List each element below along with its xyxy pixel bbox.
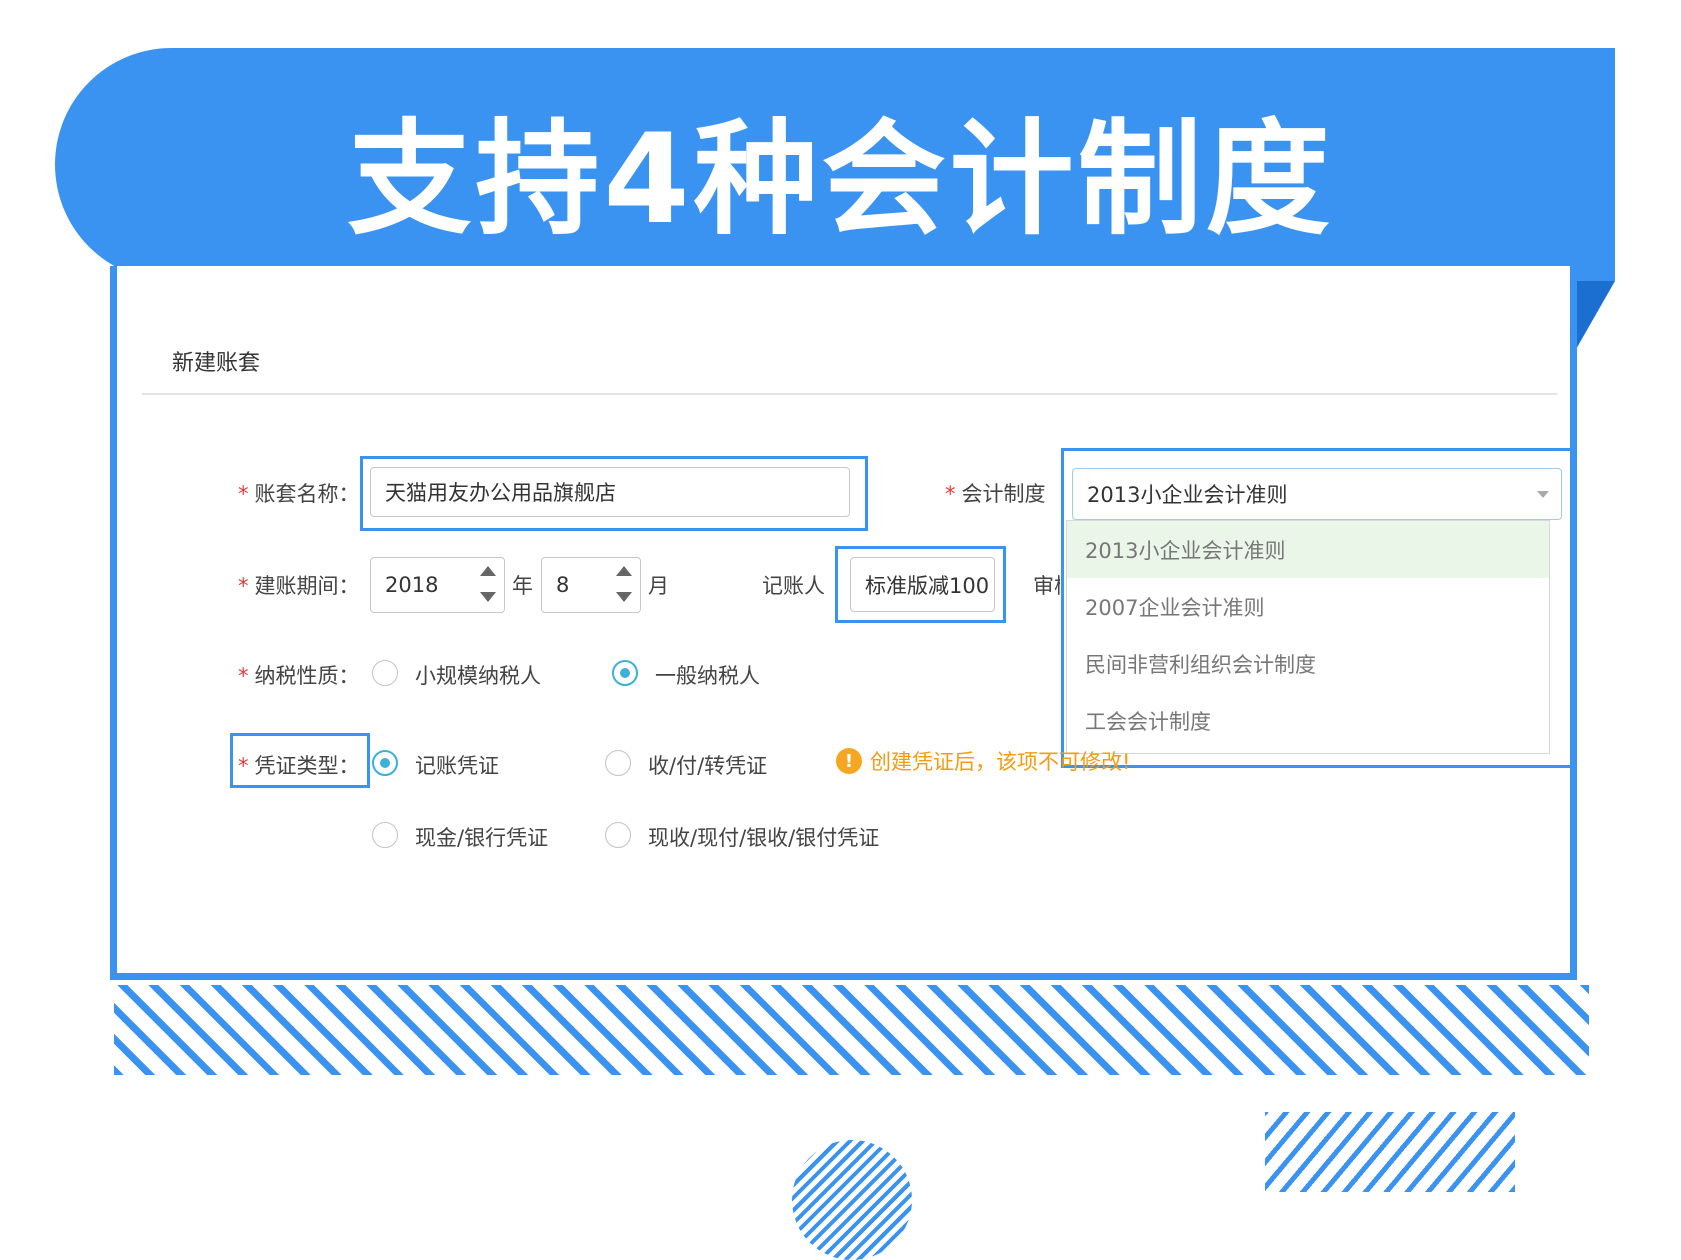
corner-stripe-decoration <box>1265 1112 1515 1192</box>
stripe-decoration <box>114 985 1589 1075</box>
required-mark: * <box>238 664 249 688</box>
stepper-arrows-icon[interactable] <box>616 566 632 604</box>
voucher-radio-cash-bank[interactable] <box>372 822 398 848</box>
month-unit: 月 <box>648 574 669 598</box>
tax-type-option-label: 一般纳税人 <box>655 664 760 688</box>
banner-fold-decoration <box>1575 281 1615 351</box>
highlight-bookkeeper <box>835 546 1006 623</box>
voucher-radio-journal[interactable] <box>372 750 398 776</box>
voucher-warning: ! 创建凭证后，该项不可修改! <box>836 746 1130 776</box>
circle-stripe-decoration <box>792 1140 912 1260</box>
form-divider <box>142 393 1557 395</box>
required-mark: * <box>945 482 956 506</box>
month-stepper[interactable]: 8 <box>541 557 641 613</box>
period-label-text: 建账期间： <box>254 574 360 598</box>
accounting-system-label: * 会计制度 <box>945 478 1046 508</box>
required-mark: * <box>238 482 249 506</box>
bookkeeper-label: 记账人 <box>762 574 825 598</box>
stepper-arrows-icon[interactable] <box>480 566 496 604</box>
voucher-radio-detailed[interactable] <box>605 822 631 848</box>
required-mark: * <box>238 574 249 598</box>
voucher-option-label: 收/付/转凭证 <box>648 754 768 778</box>
tax-type-label: * 纳税性质： <box>238 660 360 690</box>
year-unit: 年 <box>512 574 533 598</box>
auditor-label: 审核 <box>1033 574 1060 598</box>
voucher-option-label: 现收/现付/银收/银付凭证 <box>648 826 880 850</box>
form-title: 新建账套 <box>172 351 261 376</box>
tax-type-radio-small[interactable] <box>372 660 398 686</box>
voucher-option-label: 现金/银行凭证 <box>415 826 549 850</box>
highlight-voucher-type <box>230 733 370 788</box>
warning-text: 创建凭证后，该项不可修改! <box>870 750 1131 774</box>
info-icon: ! <box>836 748 862 774</box>
account-name-label-text: 账套名称： <box>254 482 360 506</box>
year-value: 2018 <box>385 573 439 597</box>
voucher-radio-receipt-payment[interactable] <box>605 750 631 776</box>
highlight-accounting-system <box>1061 448 1575 768</box>
month-value: 8 <box>556 573 570 597</box>
banner-title: 支持4种会计制度 <box>347 108 1334 252</box>
tax-type-option-label: 小规模纳税人 <box>415 664 541 688</box>
period-label: * 建账期间： <box>238 570 360 600</box>
year-stepper[interactable]: 2018 <box>370 557 505 613</box>
highlight-account-name <box>360 456 868 531</box>
tax-type-radio-general[interactable] <box>612 660 638 686</box>
voucher-option-label: 记账凭证 <box>415 754 499 778</box>
account-name-label: * 账套名称： <box>238 478 360 508</box>
tax-type-label-text: 纳税性质： <box>254 664 360 688</box>
accounting-system-label-text: 会计制度 <box>961 482 1046 506</box>
